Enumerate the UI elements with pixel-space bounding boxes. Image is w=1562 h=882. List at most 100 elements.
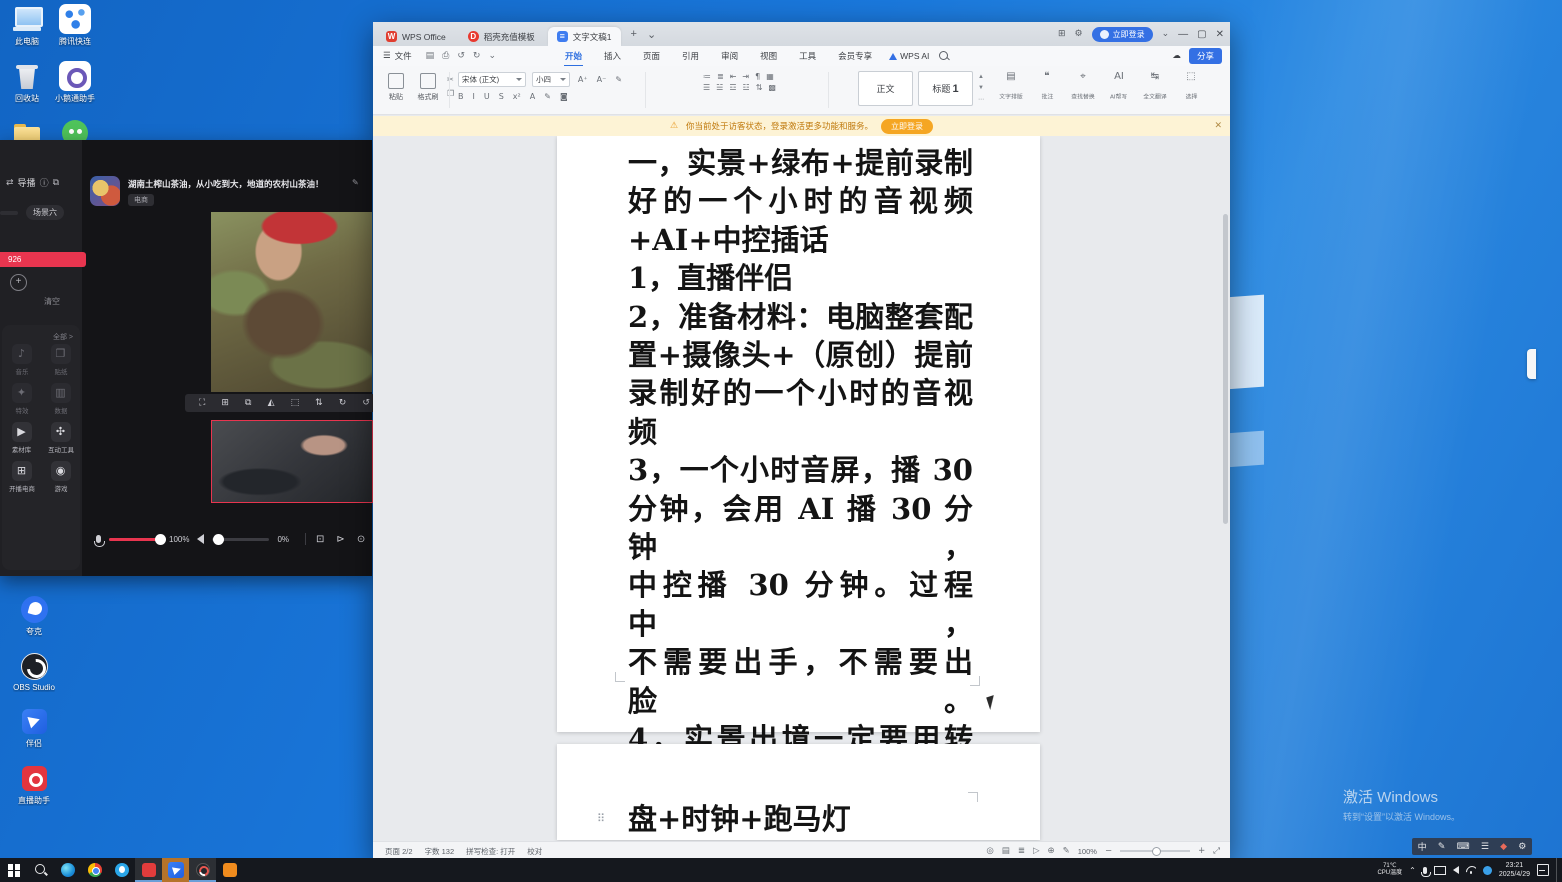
capture-icon[interactable]: ⊡ xyxy=(316,534,324,545)
desktop-icon-bin[interactable]: 回收站 xyxy=(4,61,50,118)
paragraph-icon[interactable]: ≔ xyxy=(703,72,711,81)
font-format-icon[interactable]: S xyxy=(499,92,504,101)
alignment-icon[interactable]: ☰ xyxy=(703,83,710,92)
paste-button[interactable]: 粘贴 xyxy=(383,70,409,102)
zoom-slider[interactable] xyxy=(1120,850,1190,852)
ime-icon[interactable]: 中 xyxy=(1418,840,1427,853)
ribbon-tab[interactable]: 插入 xyxy=(593,47,632,65)
quick-access-icon[interactable]: ↺ xyxy=(457,51,465,61)
zoom-slider-knob[interactable] xyxy=(1152,847,1161,856)
quick-access-icon[interactable]: ⌄ xyxy=(488,51,496,61)
scene-tab[interactable]: 场景六 xyxy=(26,202,64,220)
preview-tool-icon[interactable]: ⊞ xyxy=(221,398,229,408)
quick-access-icon[interactable]: ▤ xyxy=(426,51,435,61)
view-mode-icon[interactable]: ◎ xyxy=(986,846,993,856)
new-tab-button[interactable]: + xyxy=(631,28,637,40)
panel-icon[interactable]: ⧉ xyxy=(53,178,59,188)
font-name-combo[interactable]: 宋体 (正文) xyxy=(458,72,526,87)
window-tab-wps[interactable]: WPS Office xyxy=(377,27,455,46)
taskbar-app-redtile[interactable] xyxy=(135,858,162,882)
tray-expand-chevron[interactable]: ⌃ xyxy=(1409,866,1416,875)
ribbon-tab[interactable]: 开始 xyxy=(554,47,593,65)
ime-icon[interactable]: ◆ xyxy=(1500,842,1507,852)
view-mode-icon[interactable]: ▷ xyxy=(1033,846,1040,856)
document-page-2[interactable]: ⠿ 盘+时钟+跑马灯 xyxy=(557,744,1040,840)
zoom-level[interactable]: 100% xyxy=(1078,847,1097,856)
edge-slide-handle[interactable] xyxy=(1527,349,1536,379)
desktop-icon-gear[interactable]: 小鹅通助手 xyxy=(52,61,98,118)
preview-tool-icon[interactable]: ⬚ xyxy=(291,398,300,408)
window-tab-doc[interactable]: 文字文稿1 xyxy=(548,27,621,46)
more-caret-icon[interactable]: ⌄ xyxy=(1162,29,1170,39)
taskbar-app-orangetile[interactable] xyxy=(216,858,243,882)
add-scene-button[interactable]: + xyxy=(10,274,27,291)
file-menu[interactable]: ☰ 文件 xyxy=(383,50,412,62)
ribbon-tab[interactable]: 页面 xyxy=(632,47,671,65)
speaker-icon[interactable] xyxy=(197,534,204,544)
taskbar-app-edge[interactable] xyxy=(54,858,81,882)
document-scrollbar[interactable] xyxy=(1222,144,1229,838)
quick-access-icon[interactable]: ↻ xyxy=(473,51,481,61)
tab-list-button[interactable]: ⌄ xyxy=(647,28,656,41)
banner-close-icon[interactable]: ✕ xyxy=(1214,121,1222,131)
paragraph-icon[interactable]: ≣ xyxy=(717,72,724,81)
preview-tool-icon[interactable]: ↺ xyxy=(362,398,370,408)
document-page-1[interactable]: 一，实景+绿布+提前录制好的一个小时的音视频+AI+中控插话1，直播伴侣2，准备… xyxy=(557,136,1040,732)
paragraph-drag-handle[interactable]: ⠿ xyxy=(597,812,606,825)
style-heading1[interactable]: 标题1 xyxy=(918,71,973,106)
taskbar-app-chrome[interactable] xyxy=(81,858,108,882)
microphone-icon[interactable] xyxy=(96,535,101,543)
ribbon-tab[interactable]: 会员专享 xyxy=(827,47,883,65)
desktop-icon-lark[interactable]: 伴侣 xyxy=(4,706,64,749)
alignment-icon[interactable]: ⇅ xyxy=(756,83,763,92)
ribbon-tab[interactable]: 工具 xyxy=(788,47,827,65)
desktop-icon-net[interactable]: 腾讯快连 xyxy=(52,4,98,61)
taskbar-app-start[interactable] xyxy=(0,858,27,882)
ribbon-tool[interactable]: AI AI帮写 xyxy=(1101,71,1137,101)
tool-item[interactable]: ⊞ 开播电商 xyxy=(2,461,41,494)
live-status-bar[interactable]: 926 xyxy=(0,252,86,267)
fit-page-icon[interactable]: ⤢ xyxy=(1213,846,1220,856)
font-format-icon[interactable]: I xyxy=(473,92,475,101)
tray-volume-icon[interactable] xyxy=(1453,866,1459,874)
style-gallery-spinner[interactable]: ▲▼⋯ xyxy=(978,71,984,106)
desktop-icon-pc[interactable]: 此电脑 xyxy=(4,4,50,61)
tray-microphone-icon[interactable] xyxy=(1423,867,1427,874)
edit-title-icon[interactable]: ✎ xyxy=(352,178,359,187)
minimize-button[interactable]: — xyxy=(1178,29,1188,40)
font-format-icon[interactable]: A xyxy=(530,92,535,101)
font-tool-icon[interactable]: A⁻ xyxy=(597,75,607,84)
ribbon-tab[interactable]: 视图 xyxy=(749,47,788,65)
banner-login-button[interactable]: 立即登录 xyxy=(881,119,933,134)
style-normal[interactable]: 正文 xyxy=(858,71,913,106)
info-icon[interactable]: ⓘ xyxy=(40,176,49,189)
taskbar-clock[interactable]: 23:21 2025/4/29 xyxy=(1499,861,1530,879)
desktop-icon-quark[interactable]: 夸克 xyxy=(4,594,64,637)
ime-icon[interactable]: ⚙ xyxy=(1518,842,1526,852)
desktop-icon-obs[interactable]: OBS Studio xyxy=(4,651,64,692)
paragraph-icon[interactable]: ▦ xyxy=(766,72,774,81)
menubar-search[interactable] xyxy=(939,51,948,62)
font-format-icon[interactable]: x² xyxy=(513,92,521,101)
paragraph-icon[interactable]: ¶ xyxy=(755,72,760,81)
preview-tool-icon[interactable]: ⛶ xyxy=(199,398,205,408)
view-mode-icon[interactable]: ▤ xyxy=(1002,846,1010,856)
video-preview-main[interactable] xyxy=(211,212,372,392)
ribbon-tool[interactable]: ❝ 批注 xyxy=(1029,71,1065,101)
alignment-icon[interactable]: ☳ xyxy=(743,83,750,92)
section-all-link[interactable]: 全部 > xyxy=(2,325,80,344)
share-button[interactable]: 分享 xyxy=(1189,48,1222,64)
paragraph-icon[interactable]: ⇤ xyxy=(730,72,737,81)
alignment-icon[interactable]: ▩ xyxy=(768,83,776,92)
tool-item[interactable]: ❐ 贴纸 xyxy=(41,344,80,377)
ribbon-tab[interactable]: 审阅 xyxy=(710,47,749,65)
quick-access-icon[interactable]: ⎙ xyxy=(442,51,449,61)
preview-tool-icon[interactable]: ⧉ xyxy=(245,398,251,408)
desktop-icon-redapp[interactable]: 直播助手 xyxy=(4,763,64,806)
scene-tab-fragment[interactable] xyxy=(0,202,18,220)
tool-item[interactable]: ◉ 游戏 xyxy=(41,461,80,494)
taskbar-app-lark[interactable] xyxy=(162,858,189,882)
capture-icon[interactable]: ⊙ xyxy=(357,534,365,545)
font-format-icon[interactable]: ◙ xyxy=(560,92,568,101)
font-tool-icon[interactable]: ✎ xyxy=(615,75,622,84)
